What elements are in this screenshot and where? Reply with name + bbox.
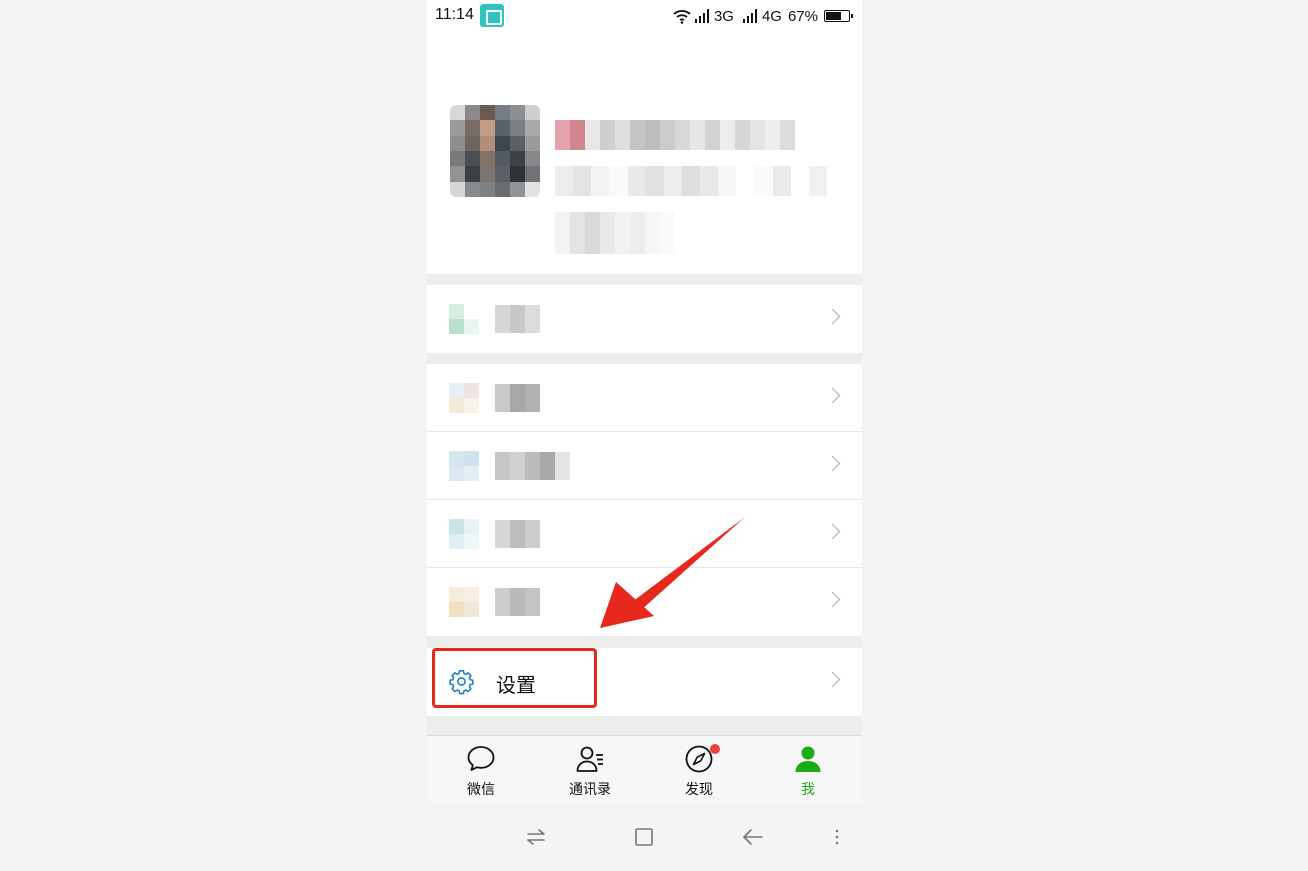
profile-id-redacted [555,166,845,196]
chevron-right-icon [824,671,841,688]
menu-item-label-redacted [495,305,540,333]
menu-group-1 [427,285,862,353]
menu-item-icon [449,383,479,413]
signal-icon [694,9,711,23]
annotation-highlight-box [432,648,597,708]
chevron-right-icon [824,455,841,472]
notification-badge-dot [710,744,720,754]
menu-icon[interactable] [825,825,849,849]
system-nav-bar [427,803,862,871]
chat-icon [467,746,495,771]
menu-item-label-redacted [495,452,570,480]
tab-chats[interactable]: 微信 [441,736,521,804]
profile-header[interactable] [427,32,862,274]
menu-item-label-redacted [495,588,540,616]
avatar[interactable] [450,105,540,197]
contacts-icon [576,746,603,772]
wifi-icon [673,10,691,24]
screenshot-icon [480,4,504,27]
tab-discover[interactable]: 发现 [659,736,739,804]
chevron-right-icon [824,591,841,608]
chevron-right-icon [824,308,841,325]
annotation-arrow [600,517,745,628]
tab-chats-label: 微信 [467,782,495,798]
battery-percent: 67% [787,7,818,25]
battery-icon [824,10,853,22]
tab-me-label: 我 [801,782,815,798]
menu-item-icon [449,451,479,481]
profile-name-redacted [555,120,795,150]
menu-item-icon [449,519,479,549]
tab-discover-label: 发现 [685,782,713,798]
menu-item-label-redacted [495,520,540,548]
menu-item-redacted-3[interactable] [427,432,862,500]
status-time: 11:14 [435,6,474,23]
switch-icon[interactable] [524,825,548,849]
menu-item-redacted-1[interactable] [427,285,862,353]
menu-item-label-redacted [495,384,540,412]
status-bar: 11:14 3G 4G 67% [427,0,862,32]
menu-item-redacted-2[interactable] [427,364,862,432]
bottom-tab-bar: 微信 通讯录 发现 我 [427,735,862,803]
menu-item-icon [449,304,479,334]
phone-screen: 11:14 3G 4G 67% 设置 微信 通讯录 发现 我 [427,0,862,871]
tab-contacts[interactable]: 通讯录 [550,736,630,804]
menu-item-icon [449,587,479,617]
network-3g-label: 3G [713,7,734,25]
tab-contacts-label: 通讯录 [569,782,611,798]
person-icon [795,746,821,772]
chevron-right-icon [824,387,841,404]
profile-extra-redacted [555,212,675,254]
signal-icon [742,9,759,23]
chevron-right-icon [824,523,841,540]
status-indicators: 3G 4G 67% [672,5,853,27]
battery-fill [826,12,841,20]
back-icon[interactable] [741,825,765,849]
home-icon[interactable] [632,825,656,849]
tab-me[interactable]: 我 [768,736,848,804]
network-4g-label: 4G [761,7,782,25]
